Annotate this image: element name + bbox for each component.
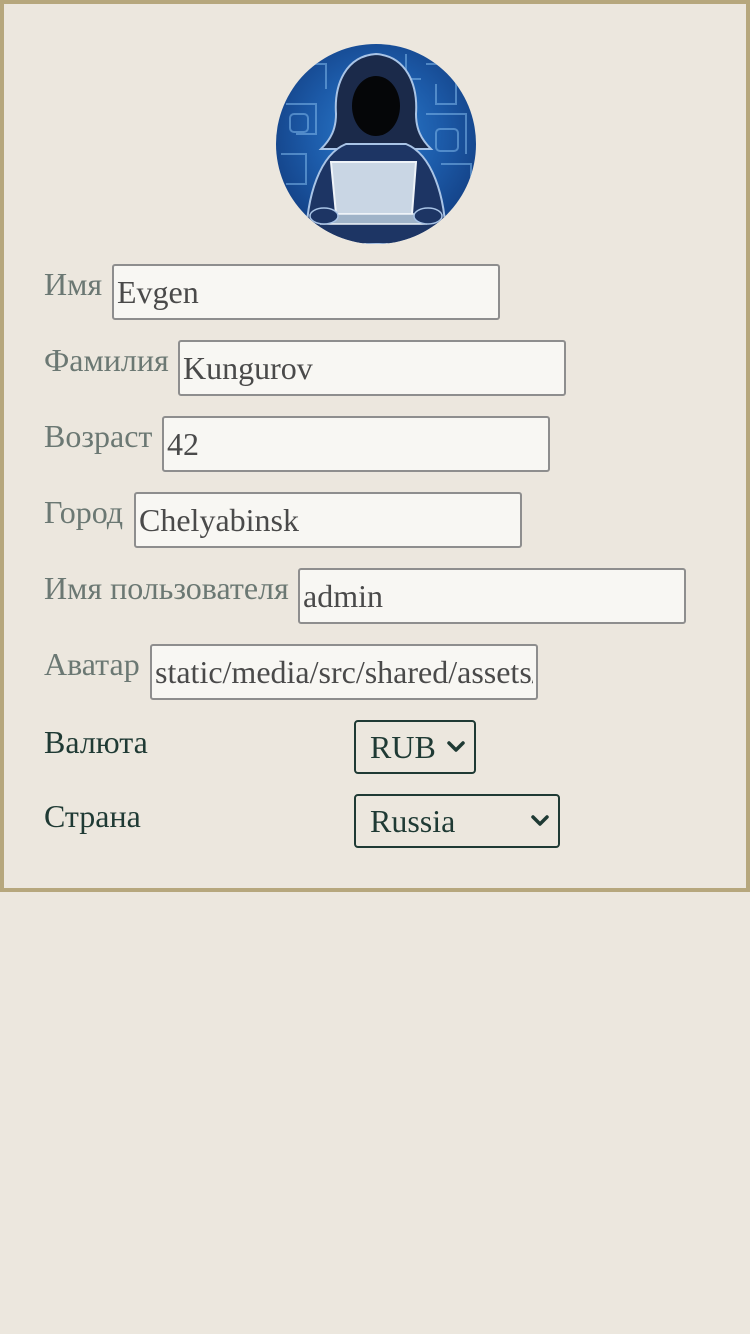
username-label: Имя пользователя [44, 570, 289, 606]
last-name-row: Фамилия [44, 340, 746, 396]
currency-select[interactable]: RUB [354, 720, 476, 774]
chevron-down-icon [447, 741, 465, 752]
hacker-avatar-icon [281, 52, 472, 244]
country-label: Страна [44, 798, 141, 834]
country-select[interactable]: Russia [354, 794, 560, 848]
profile-card: Имя Фамилия Возраст Город Имя пользовате… [0, 0, 750, 892]
avatar-url-row: Аватар [44, 644, 746, 700]
username-row: Имя пользователя [44, 568, 746, 624]
age-row: Возраст [44, 416, 746, 472]
first-name-input[interactable] [112, 264, 500, 320]
last-name-label: Фамилия [44, 342, 169, 378]
currency-label: Валюта [44, 724, 148, 760]
currency-selected-value: RUB [370, 729, 436, 765]
age-label: Возраст [44, 418, 153, 454]
last-name-input[interactable] [178, 340, 566, 396]
age-input[interactable] [162, 416, 550, 472]
username-input[interactable] [298, 568, 686, 624]
avatar-url-label: Аватар [44, 646, 140, 682]
chevron-down-icon [531, 815, 549, 826]
city-label: Город [44, 494, 124, 530]
currency-row: Валюта RUB [44, 720, 746, 776]
profile-avatar [276, 44, 476, 244]
country-selected-value: Russia [370, 803, 456, 839]
city-row: Город [44, 492, 746, 548]
first-name-row: Имя [44, 264, 746, 320]
country-row: Страна Russia [44, 794, 746, 850]
first-name-label: Имя [44, 266, 103, 302]
avatar-url-input[interactable] [150, 644, 538, 700]
city-input[interactable] [134, 492, 522, 548]
